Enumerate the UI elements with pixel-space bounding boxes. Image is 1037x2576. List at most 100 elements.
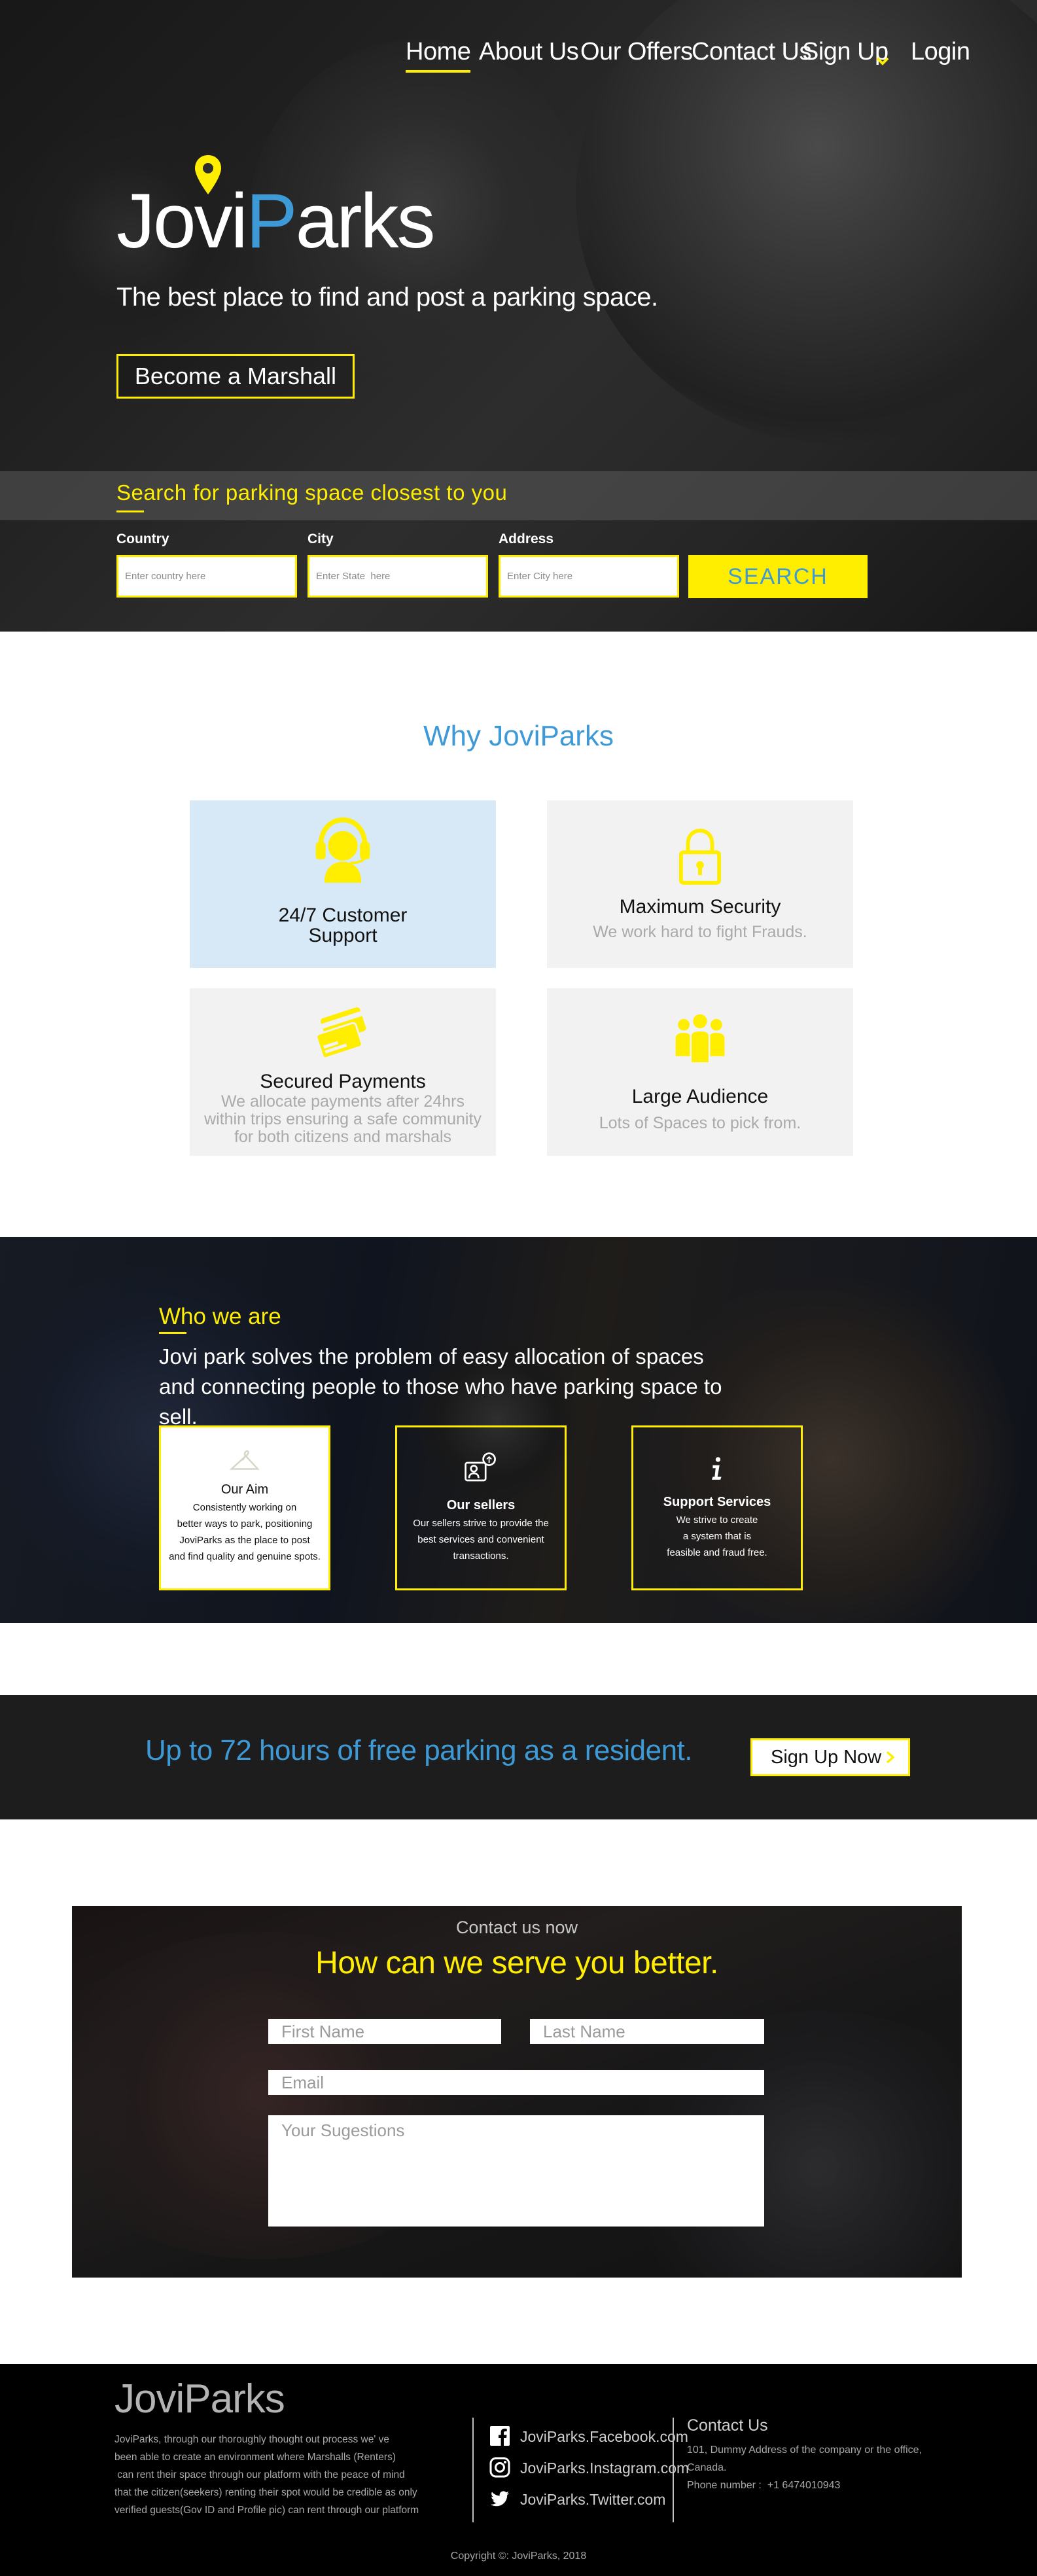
- footer-contact-phone: Phone number : +1 6474010943: [687, 2480, 841, 2491]
- box-title: Our sellers: [446, 1498, 516, 1512]
- search-button[interactable]: SEARCH: [688, 555, 868, 598]
- nav-contact-us[interactable]: Contact Us: [692, 38, 811, 66]
- footer-about-line-1: JoviParks, through our thoroughly though…: [114, 2434, 389, 2445]
- footer-copyright: Copyright ©: JoviParks, 2018: [450, 2550, 587, 2562]
- footer-about-line-5: verified guests(Gov ID and Profile pic) …: [114, 2505, 419, 2516]
- box-support-services: Support Services We strive to create a s…: [631, 1425, 803, 1590]
- box-title: Our Aim: [220, 1482, 269, 1497]
- card-title: 24/7 Customer: [278, 904, 408, 926]
- who-title: Who we are: [159, 1304, 281, 1329]
- logo-part-arks: arks: [295, 178, 436, 264]
- card-subtitle-line-3: for both citizens and marshals: [234, 1128, 452, 1146]
- facebook-icon[interactable]: [489, 2425, 510, 2446]
- card-secured-payments: Secured Payments We allocate payments af…: [190, 988, 496, 1156]
- why-title: Why JoviParks: [423, 720, 614, 752]
- card-subtitle: We work hard to fight Frauds.: [593, 923, 807, 941]
- box-line-3: feasible and fraud free.: [667, 1547, 767, 1558]
- city-label: City: [308, 531, 334, 546]
- box-line-2: best services and convenient: [417, 1534, 544, 1545]
- lock-icon: [678, 829, 722, 885]
- box-our-aim: Our Aim Consistently working on better w…: [159, 1425, 330, 1590]
- nav-home[interactable]: Home: [406, 38, 471, 73]
- card-maximum-security: Maximum Security We work hard to fight F…: [547, 800, 853, 968]
- logo-part-jovi: Jovi: [116, 178, 248, 264]
- card-title: Maximum Security: [619, 896, 781, 918]
- box-line-1: Consistently working on: [192, 1502, 297, 1513]
- card-title-line-2: Support: [308, 925, 378, 946]
- chevron-down-icon[interactable]: [875, 54, 890, 68]
- footer-contact-heading: Contact Us: [687, 2416, 768, 2435]
- search-title: Search for parking space closest to you: [116, 480, 508, 505]
- footer-about-line-3: can rent their space through our platfor…: [114, 2469, 405, 2480]
- card-title: Large Audience: [631, 1086, 769, 1107]
- box-line-3: transactions.: [453, 1550, 509, 1562]
- hero-section: Home About Us Our Offers Contact Us Sign…: [0, 0, 1037, 632]
- who-description-line-1: Jovi park solves the problem of easy all…: [159, 1344, 704, 1368]
- hero-tagline: The best place to find and post a parkin…: [116, 283, 658, 312]
- nav-about-us[interactable]: About Us: [479, 38, 579, 66]
- card-subtitle-line-1: We allocate payments after 24hrs: [221, 1092, 465, 1111]
- card-subtitle: Lots of Spaces to pick from.: [599, 1114, 801, 1132]
- box-our-sellers: Our sellers Our sellers strive to provid…: [395, 1425, 567, 1590]
- city-input[interactable]: [308, 555, 488, 598]
- nav-our-offers[interactable]: Our Offers: [580, 38, 693, 66]
- who-title-underline: [159, 1332, 186, 1334]
- box-line-3: JoviParks as the place to post: [179, 1535, 310, 1546]
- instagram-icon[interactable]: [489, 2457, 510, 2478]
- box-title: Support Services: [663, 1495, 771, 1509]
- last-name-field[interactable]: [530, 2019, 764, 2044]
- headset-icon: [315, 817, 370, 883]
- become-marshall-button[interactable]: Become a Marshall: [116, 354, 355, 399]
- promo-text: Up to 72 hours of free parking as a resi…: [145, 1734, 693, 1766]
- twitter-link[interactable]: JoviParks.Twitter.com: [520, 2491, 665, 2509]
- country-label: Country: [116, 531, 169, 546]
- contact-title: How can we serve you better.: [315, 1946, 718, 1980]
- chevron-right-icon: [886, 1751, 895, 1764]
- footer-about-line-2: been able to create an environment where…: [114, 2452, 396, 2463]
- instagram-link[interactable]: JoviParks.Instagram.com: [520, 2460, 689, 2477]
- seller-icon: [465, 1452, 496, 1482]
- twitter-icon[interactable]: [489, 2488, 510, 2509]
- nav-login[interactable]: Login: [911, 38, 970, 66]
- who-description-line-2: and connecting people to those who have …: [159, 1374, 722, 1429]
- card-subtitle-line-2: within trips ensuring a safe community: [204, 1110, 482, 1128]
- box-line-2: better ways to park, positioning: [177, 1518, 313, 1530]
- footer-contact-details: 101, Dummy Address of the company or the…: [687, 2441, 962, 2494]
- contact-section: Contact us now How can we serve you bett…: [72, 1906, 962, 2278]
- footer-about-line-4: that the citizen(seekers) renting their …: [114, 2487, 417, 2498]
- footer-contact-country: Canada.: [687, 2462, 727, 2473]
- sign-up-now-label: Sign Up Now: [771, 1746, 882, 1768]
- search-title-underline: [116, 510, 144, 512]
- credit-cards-icon: [315, 1007, 366, 1059]
- group-icon: [675, 1014, 725, 1064]
- box-line-1: We strive to create: [676, 1514, 758, 1526]
- footer-divider-2: [673, 2418, 674, 2522]
- first-name-field[interactable]: [268, 2019, 501, 2044]
- card-large-audience: Large Audience Lots of Spaces to pick fr…: [547, 988, 853, 1156]
- email-field[interactable]: [268, 2070, 764, 2095]
- hanger-icon: [229, 1450, 260, 1470]
- card-title: Secured Payments: [260, 1071, 426, 1092]
- contact-kicker: Contact us now: [455, 1918, 578, 1937]
- footer-about: JoviParks, through our thoroughly though…: [114, 2431, 442, 2519]
- footer: JoviParks JoviParks, through our thoroug…: [0, 2364, 1037, 2576]
- card-customer-support: 24/7 Customer Support: [190, 800, 496, 968]
- box-line-2: a system that is: [682, 1531, 752, 1542]
- suggestions-field[interactable]: [268, 2115, 764, 2227]
- address-input[interactable]: [499, 555, 679, 598]
- promo-banner: Up to 72 hours of free parking as a resi…: [0, 1695, 1037, 1819]
- footer-divider: [472, 2418, 474, 2522]
- address-label: Address: [499, 531, 554, 546]
- country-input[interactable]: [116, 555, 297, 598]
- who-we-are-section: Who we are Jovi park solves the problem …: [0, 1237, 1037, 1623]
- info-icon: [711, 1457, 722, 1480]
- footer-contact-address: 101, Dummy Address of the company or the…: [687, 2444, 922, 2456]
- hero-logo: JoviParks: [116, 177, 436, 266]
- logo-letter-p: P: [245, 178, 298, 264]
- who-description: Jovi park solves the problem of easy all…: [159, 1342, 748, 1432]
- box-line-1: Our sellers strive to provide the: [413, 1518, 549, 1529]
- sign-up-now-button[interactable]: Sign Up Now: [750, 1738, 910, 1776]
- footer-logo: JoviParks: [114, 2376, 285, 2422]
- box-line-4: and find quality and genuine spots.: [169, 1551, 321, 1562]
- facebook-link[interactable]: JoviParks.Facebook.com: [520, 2428, 688, 2446]
